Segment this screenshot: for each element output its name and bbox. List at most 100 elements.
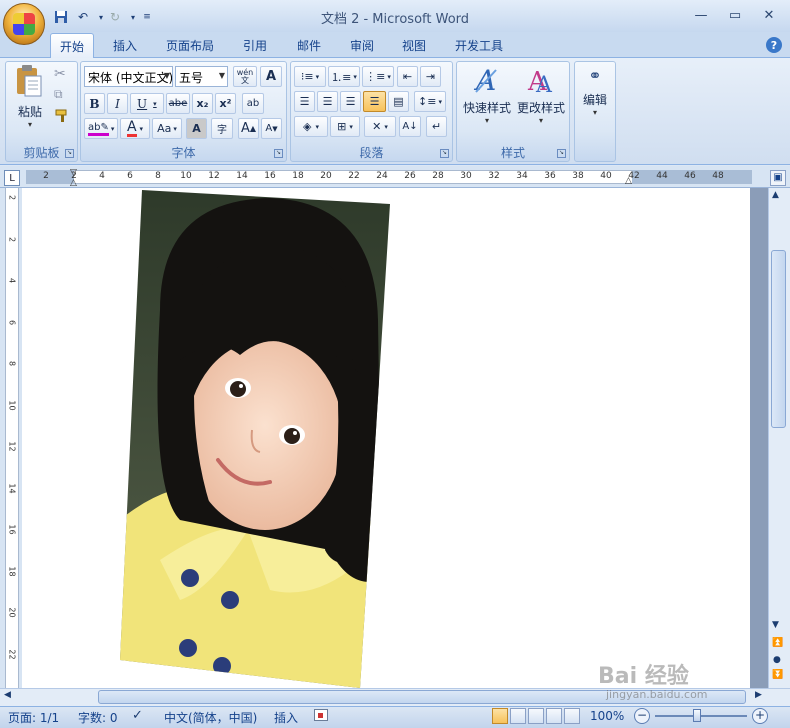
insert-mode-status[interactable]: 插入 [274,709,298,726]
font-size-combo[interactable]: 五号 ▼ [175,66,228,87]
grow-font-button[interactable]: A ▲ [238,118,259,139]
paragraph-dialog-launcher-icon[interactable]: ↘ [440,149,449,158]
quick-styles-button[interactable]: A 快速样式 ▾ [460,64,514,134]
superscript-button[interactable]: x² [215,93,236,114]
tab-references[interactable]: 引用 [234,33,276,58]
zoom-out-icon[interactable]: − [634,708,650,724]
shrink-font-button[interactable]: A ▼ [261,118,282,139]
line-spacing-button[interactable]: ↕≡ ▾ [414,91,446,112]
cut-icon[interactable]: ✂ [54,66,66,82]
font-color-button[interactable]: A ▾ [120,118,150,139]
vertical-ruler-tick-label: 18 [7,565,17,577]
scroll-down-icon[interactable]: ▼ [772,620,779,630]
editing-label: 编辑 [582,93,607,107]
shrink-arrow-icon: ▼ [272,124,278,133]
ruler-tick-label: 20 [320,171,332,181]
close-button[interactable]: ✕ [758,6,780,24]
tab-page-layout[interactable]: 页面布局 [157,33,223,58]
bullets-button[interactable]: ⁝≡ ▾ [294,66,326,87]
office-logo-icon [13,13,35,35]
increase-indent-icon[interactable]: ⇥ [420,66,441,87]
next-page-icon[interactable]: ⏬ [772,670,783,680]
zoom-level[interactable]: 100% [590,709,624,723]
help-icon[interactable]: ? [766,37,782,53]
change-styles-button[interactable]: AA 更改样式 ▾ [514,64,568,134]
format-painter-icon[interactable] [54,108,70,127]
copy-icon[interactable]: ⧉ [54,87,63,102]
multilevel-list-button[interactable]: ⋮≡ ▾ [362,66,394,87]
view-ruler-icon[interactable]: ▣ [770,170,786,186]
tab-review[interactable]: 审阅 [341,33,383,58]
chinese-layout-button[interactable]: ✕ ▾ [364,116,396,137]
chevron-down-icon: ▾ [538,116,543,125]
vertical-ruler-tick-label: 12 [7,441,17,452]
zoom-in-icon[interactable]: + [752,708,768,724]
tab-insert[interactable]: 插入 [104,33,146,58]
word-count[interactable]: 字数: 0 [78,709,118,726]
phonetic-guide-button[interactable]: wén 文 [233,66,257,87]
clear-formatting-button[interactable]: ab [242,93,264,114]
bullets-icon: ⁝≡ [300,70,314,83]
underline-label: U [137,96,148,111]
subscript-button[interactable]: x₂ [192,93,213,114]
select-browse-object-icon[interactable]: ● [773,655,781,665]
page-count[interactable]: 页面: 1/1 [8,709,59,726]
scroll-left-icon[interactable]: ◀ [4,690,11,700]
scroll-up-icon[interactable]: ▲ [772,190,779,200]
character-border-button[interactable]: A [260,66,282,87]
editing-button[interactable]: ⚭ 编辑 ▾ [578,66,612,134]
strikethrough-button[interactable]: abe [166,93,190,114]
tab-selector-icon[interactable]: L [4,170,20,186]
zoom-slider[interactable] [655,715,747,717]
borders-button[interactable]: ⊞ ▾ [330,116,360,137]
font-size-value: 五号 [179,71,204,85]
dialog-launcher-icon[interactable]: ↘ [65,149,74,158]
office-button[interactable] [3,3,45,45]
scroll-right-icon[interactable]: ▶ [755,690,762,700]
align-left-icon[interactable]: ☰ [294,91,315,112]
change-case-button[interactable]: Aa ▾ [152,118,182,139]
italic-button[interactable]: I [107,93,128,114]
inserted-picture[interactable] [120,190,390,688]
macro-record-icon[interactable] [314,709,328,721]
show-marks-icon[interactable]: ↵ [426,116,447,137]
zoom-slider-knob[interactable] [693,709,701,722]
distributed-icon[interactable]: ▤ [388,91,409,112]
ruler-tick-label: 40 [600,171,612,181]
underline-button[interactable]: U ▾ [130,93,164,114]
character-shading-button[interactable]: A [186,118,207,139]
language-status[interactable]: 中文(简体，中国) [164,709,257,726]
tab-view[interactable]: 视图 [393,33,435,58]
ruler-tick-label: 24 [376,171,388,181]
proofing-icon[interactable]: ✓ [132,708,143,723]
minimize-button[interactable]: — [690,6,712,24]
previous-page-icon[interactable]: ⏫ [772,638,783,648]
align-right-icon[interactable]: ☰ [340,91,361,112]
paste-dropdown-icon[interactable]: ▾ [14,120,46,129]
vertical-scroll-thumb[interactable] [771,250,786,428]
highlight-color-button[interactable]: ab✎ ▾ [84,118,118,139]
tab-home[interactable]: 开始 [50,33,95,58]
paste-button[interactable]: 粘贴 ▾ [14,64,46,134]
align-center-icon[interactable]: ☰ [317,91,338,112]
styles-dialog-launcher-icon[interactable]: ↘ [557,149,566,158]
tab-mailings[interactable]: 邮件 [288,33,330,58]
outline-view-icon[interactable] [546,708,562,724]
font-dialog-launcher-icon[interactable]: ↘ [274,149,283,158]
vertical-ruler-tick-label: 16 [7,524,17,535]
decrease-indent-icon[interactable]: ⇤ [397,66,418,87]
full-screen-reading-view-icon[interactable] [510,708,526,724]
web-layout-view-icon[interactable] [528,708,544,724]
tab-developer[interactable]: 开发工具 [446,33,512,58]
font-name-combo[interactable]: 宋体 (中文正文) ▼ [84,66,173,87]
justify-icon[interactable]: ☰ [363,91,386,112]
numbering-button[interactable]: ⒈≡ ▾ [328,66,360,87]
bold-button[interactable]: B [84,93,105,114]
print-layout-view-icon[interactable] [492,708,508,724]
shading-button[interactable]: ◈ ▾ [294,116,328,137]
ruler-tick-label: 38 [572,171,584,181]
draft-view-icon[interactable] [564,708,580,724]
enclose-characters-button[interactable]: 字 [211,118,233,139]
sort-icon[interactable]: A↓ [399,116,421,137]
maximize-button[interactable]: ▭ [724,6,746,24]
